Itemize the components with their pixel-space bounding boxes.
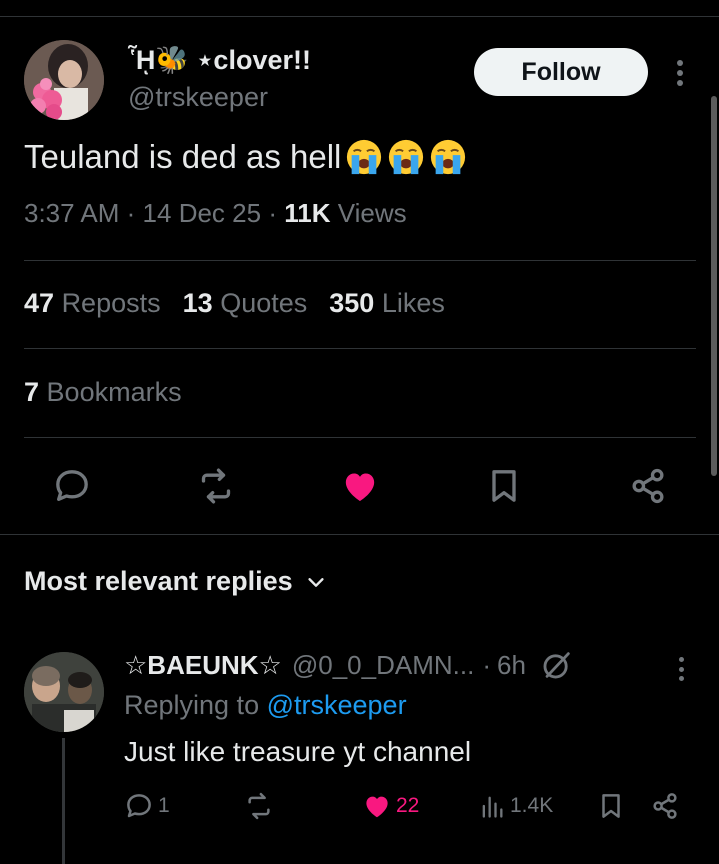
- tweet-text-content: Teuland is ded as hell: [24, 138, 342, 175]
- tweet-time[interactable]: 3:37 AM: [24, 198, 119, 228]
- section-divider: [0, 534, 719, 535]
- repost-button[interactable]: [196, 466, 236, 506]
- reply-author-avatar[interactable]: [24, 652, 104, 732]
- likes-label: Likes: [381, 288, 445, 318]
- bookmark-icon: [602, 794, 620, 818]
- likes-count: 350: [329, 288, 375, 318]
- repost-icon: [201, 468, 231, 504]
- share-button[interactable]: [628, 466, 668, 506]
- quotes-label: Quotes: [220, 288, 308, 318]
- divider: [24, 260, 696, 261]
- bookmarks-link[interactable]: 7 Bookmarks: [24, 377, 182, 408]
- tweet-date[interactable]: 14 Dec 25: [143, 198, 262, 228]
- share-icon: [632, 468, 664, 504]
- meta-separator: ·: [268, 198, 277, 228]
- top-divider: [0, 16, 719, 17]
- analytics-icon: [482, 796, 503, 818]
- reply-author-handle[interactable]: @0_0_DAMN...: [292, 650, 474, 681]
- reply-bookmark-button[interactable]: [596, 790, 626, 822]
- reposts-count: 47: [24, 288, 55, 318]
- likes-link[interactable]: 350 Likes: [329, 288, 445, 318]
- bookmarks-label: Bookmarks: [46, 377, 182, 407]
- repost-icon: [248, 792, 270, 820]
- reply-author-name[interactable]: ☆BAEUNK☆: [124, 650, 282, 681]
- author-handle[interactable]: @trskeeper: [128, 82, 268, 113]
- tweet-text: Teuland is ded as hell: [24, 138, 467, 176]
- reply-more-options-icon[interactable]: [670, 654, 692, 684]
- reposts-label: Reposts: [61, 288, 161, 318]
- heart-icon: [345, 473, 375, 501]
- tweet-meta: 3:37 AM · 14 Dec 25 · 11K Views: [24, 198, 407, 229]
- more-options-icon[interactable]: [668, 56, 692, 90]
- share-icon: [653, 793, 677, 819]
- reply-icon: [127, 794, 151, 818]
- reply-text: Just like treasure yt channel: [124, 736, 472, 767]
- bookmark-button[interactable]: [484, 466, 524, 506]
- reply-views-button[interactable]: 1.4K: [478, 790, 553, 822]
- replies-sort-label: Most relevant replies: [24, 566, 293, 596]
- replies-sort-selector[interactable]: Most relevant replies: [24, 566, 327, 597]
- divider: [24, 348, 696, 349]
- heart-icon: [366, 796, 388, 818]
- engagement-stats: 47 Reposts 13 Quotes 350 Likes: [24, 288, 445, 319]
- author-avatar[interactable]: [24, 40, 104, 120]
- views-label: Views: [337, 198, 407, 228]
- quotes-count: 13: [182, 288, 213, 318]
- replying-to: Replying to @trskeeper: [124, 690, 407, 721]
- bookmarks-count: 7: [24, 377, 40, 407]
- meta-separator: ·: [126, 198, 136, 228]
- views-count: 11K: [284, 198, 331, 228]
- reply-button[interactable]: [52, 466, 92, 506]
- reply-reply-count: 1: [158, 794, 170, 817]
- bookmark-icon: [492, 470, 516, 502]
- reply-share-button[interactable]: [650, 790, 680, 822]
- thread-line: [62, 738, 65, 864]
- reply-like-count: 22: [396, 794, 420, 817]
- loudly-crying-face-icon: [347, 139, 382, 175]
- reply-views-count: 1.4K: [510, 794, 554, 817]
- reply-header: ☆BAEUNK☆ @0_0_DAMN... · 6h: [124, 648, 574, 682]
- reply-reply-button[interactable]: 1: [124, 790, 170, 822]
- chevron-down-icon: [308, 577, 324, 587]
- quotes-link[interactable]: 13 Quotes: [183, 288, 308, 318]
- follow-button[interactable]: Follow: [474, 48, 648, 96]
- replying-to-handle[interactable]: @trskeeper: [267, 690, 407, 720]
- grok-icon[interactable]: [540, 648, 574, 682]
- replying-to-prefix: Replying to: [124, 690, 260, 720]
- reposts-link[interactable]: 47 Reposts: [24, 288, 161, 318]
- reply-separator: ·: [482, 649, 491, 680]
- divider: [24, 437, 696, 438]
- loudly-crying-face-icon: [431, 139, 466, 175]
- reply-repost-button[interactable]: [244, 790, 274, 822]
- like-button[interactable]: [340, 466, 380, 506]
- author-display-name[interactable]: ᾟ🐝 ⋆clover!!: [128, 44, 311, 76]
- reply-like-button[interactable]: 22: [362, 790, 419, 822]
- loudly-crying-face-icon: [389, 139, 424, 175]
- scrollbar[interactable]: [711, 96, 717, 476]
- reply-time[interactable]: 6h: [497, 650, 526, 681]
- reply-icon: [56, 470, 88, 501]
